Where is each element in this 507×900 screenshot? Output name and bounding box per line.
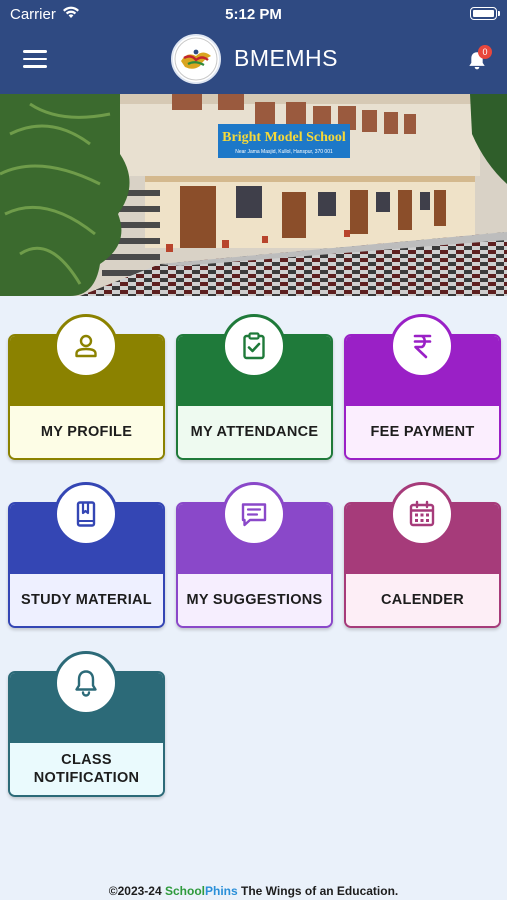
school-logo — [171, 34, 221, 84]
tile-my-profile[interactable]: MY PROFILE — [8, 314, 165, 460]
tile-study-material[interactable]: STUDY MATERIAL — [8, 482, 165, 628]
footer-credit: ©2023-24 SchoolPhins The Wings of an Edu… — [0, 884, 507, 898]
app-header: Carrier 5:12 PM BMEMHS 0 — [0, 0, 507, 94]
footer-tagline: The Wings of an Education. — [241, 884, 399, 898]
tile-my-attendance[interactable]: MY ATTENDANCE — [176, 314, 333, 460]
tile-label: MY PROFILE — [10, 406, 163, 458]
tile-label: MY SUGGESTIONS — [178, 574, 331, 626]
rupee-icon — [390, 314, 454, 378]
footer-copyright: ©2023-24 — [108, 884, 162, 898]
clipboard-check-icon — [222, 314, 286, 378]
school-banner-image: Bright Model School Near Jama Masjid, Ku… — [0, 94, 507, 296]
status-bar: Carrier 5:12 PM — [0, 0, 507, 28]
sign-title: Bright Model School — [222, 130, 346, 145]
chat-icon — [222, 482, 286, 546]
tile-label: FEE PAYMENT — [346, 406, 499, 458]
person-icon — [54, 314, 118, 378]
notification-badge: 0 — [478, 45, 492, 59]
calendar-icon — [390, 482, 454, 546]
tile-label: MY ATTENDANCE — [178, 406, 331, 458]
battery-icon — [470, 7, 500, 20]
tile-label: STUDY MATERIAL — [10, 574, 163, 626]
clock: 5:12 PM — [225, 6, 282, 23]
footer-brand-phins: Phins — [205, 884, 238, 898]
tile-fee-payment[interactable]: FEE PAYMENT — [344, 314, 501, 460]
sign-address: Near Jama Masjid, Kullol, Hanspur, 370 0… — [235, 149, 333, 155]
tile-calender[interactable]: CALENDER — [344, 482, 501, 628]
footer-brand-school: School — [164, 884, 205, 898]
tile-class-notification[interactable]: CLASS NOTIFICATION — [8, 651, 165, 797]
book-icon — [54, 482, 118, 546]
app-title: BMEMHS — [234, 45, 338, 71]
tile-label: CLASS NOTIFICATION — [10, 743, 163, 795]
bell-outline-icon — [54, 651, 118, 715]
hamburger-menu-icon[interactable] — [23, 50, 47, 68]
tile-label: CALENDER — [346, 574, 499, 626]
tile-my-suggestions[interactable]: MY SUGGESTIONS — [176, 482, 333, 628]
